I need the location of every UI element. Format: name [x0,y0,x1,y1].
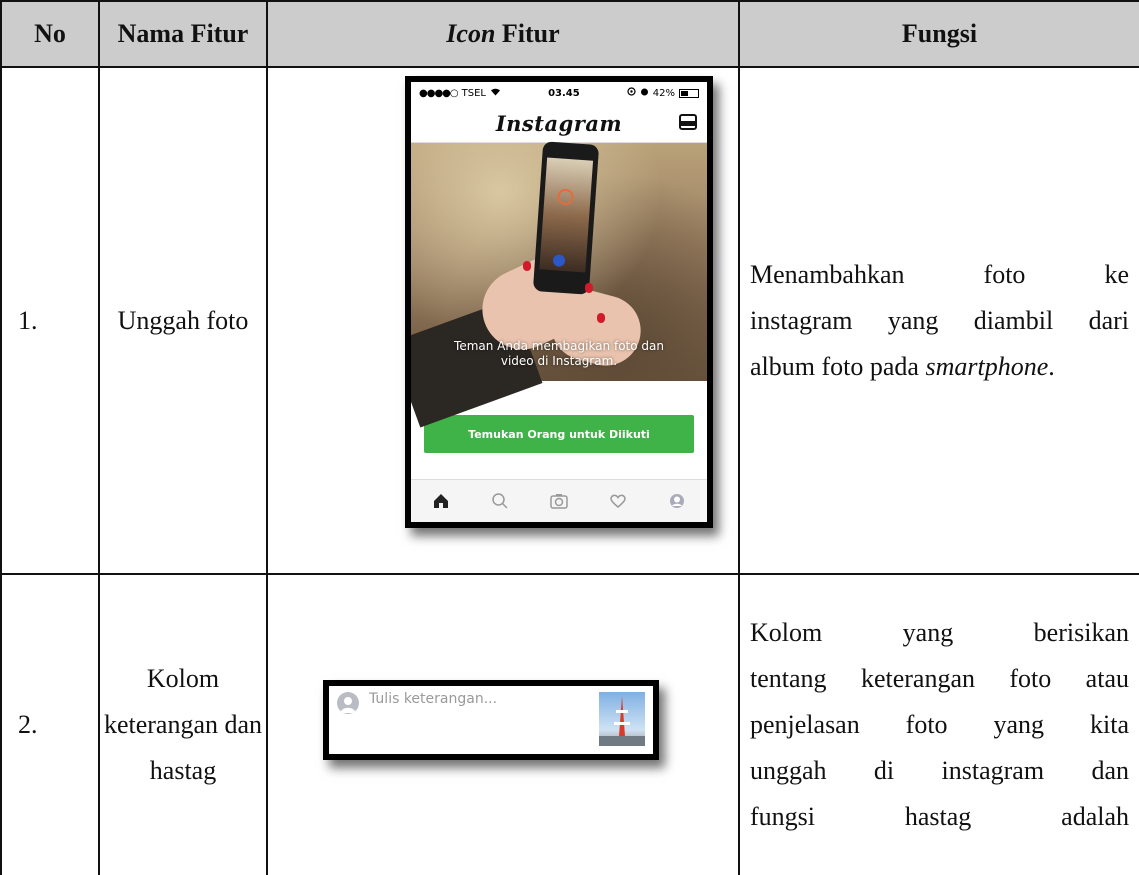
feature-name-line: keterangan dan [103,710,263,739]
instagram-phone-screenshot: ●●●●○ TSEL 03.45 42% Instagram Teman And… [405,76,713,528]
camera-icon[interactable] [548,490,570,512]
feature-function: Menambahkan foto ke instagram yang diamb… [738,66,1139,575]
header-nama-fitur: Nama Fitur [98,0,268,68]
feature-name-line: hastag [149,756,217,785]
function-text: . [1048,351,1055,381]
function-line: tentang keterangan foto atau [750,664,1129,693]
function-line: instagram yang diambil dari [750,305,1129,335]
profile-icon[interactable] [666,490,688,512]
function-line: Menambahkan foto ke [750,259,1129,289]
wifi-icon [490,87,501,99]
table-row: 2. Kolom keterangan dan hastag Tulis ket… [0,573,1139,875]
home-icon[interactable] [430,490,452,512]
lock-rotation-icon [627,87,636,99]
function-line: penjelasan foto yang kita [750,710,1129,739]
photo-caption: Teman Anda membagikan foto dan video di … [411,339,707,369]
carrier-label: TSEL [461,87,486,99]
battery-label: 42% [652,87,675,99]
photo-caption-line1: Teman Anda membagikan foto dan [454,339,664,353]
row-number: 2. [0,573,100,875]
caption-input[interactable] [369,691,569,707]
photo-nail [585,283,593,293]
function-line: fungsi hastag adalah [750,802,1129,831]
function-line: unggah di instagram dan [750,756,1129,785]
header-icon-fitur-rest: Fitur [495,19,560,48]
feature-name: Unggah foto [98,66,268,575]
signal-icon: ●●●●○ [419,87,459,99]
bottom-tab-bar [411,479,707,522]
header-icon-fitur-italic: Icon [446,19,496,48]
find-people-button[interactable]: Temukan Orang untuk Diikuti [424,415,694,453]
feature-icon-cell: ●●●●○ TSEL 03.45 42% Instagram Teman And… [266,66,740,575]
inbox-icon[interactable] [679,114,697,130]
feature-table: No Nama Fitur Icon Fitur Fungsi 1. Ungga… [0,0,1139,875]
heart-icon[interactable] [607,490,629,512]
battery-icon [679,88,699,98]
feature-icon-cell [266,573,740,875]
function-italic-text: smartphone [925,351,1049,381]
photo-nail [523,261,531,271]
function-line: album foto pada smartphone. [750,344,1129,390]
instagram-logo: Instagram [495,110,623,136]
feature-function: Kolom yang berisikan tentang keterangan … [738,573,1139,875]
row-number: 1. [0,66,100,575]
function-line: Kolom yang berisikan [750,618,1129,647]
caption-bar-screenshot [323,680,659,760]
hero-photo: Teman Anda membagikan foto dan video di … [411,141,707,428]
feature-name-line: Kolom [146,664,220,693]
header-fungsi: Fungsi [738,0,1139,68]
alarm-icon [640,87,649,99]
function-text: album foto pada [750,351,926,381]
app-header: Instagram [411,104,707,143]
photo-nail [597,313,605,323]
clock-label: 03.45 [548,87,580,99]
status-bar: ●●●●○ TSEL 03.45 42% [411,82,707,104]
table-row: 1. Unggah foto ●●●●○ TSEL 03.45 42% Inst… [0,66,1139,575]
feature-name: Kolom keterangan dan hastag [98,573,268,875]
avatar-icon [337,692,359,714]
photo-thumbnail [599,692,645,746]
search-icon[interactable] [489,490,511,512]
photo-phone [532,141,600,295]
header-no: No [0,0,100,68]
header-icon-fitur: Icon Fitur [266,0,740,68]
table-header-row: No Nama Fitur Icon Fitur Fungsi [0,0,1139,68]
photo-caption-line2: video di Instagram. [500,354,618,368]
